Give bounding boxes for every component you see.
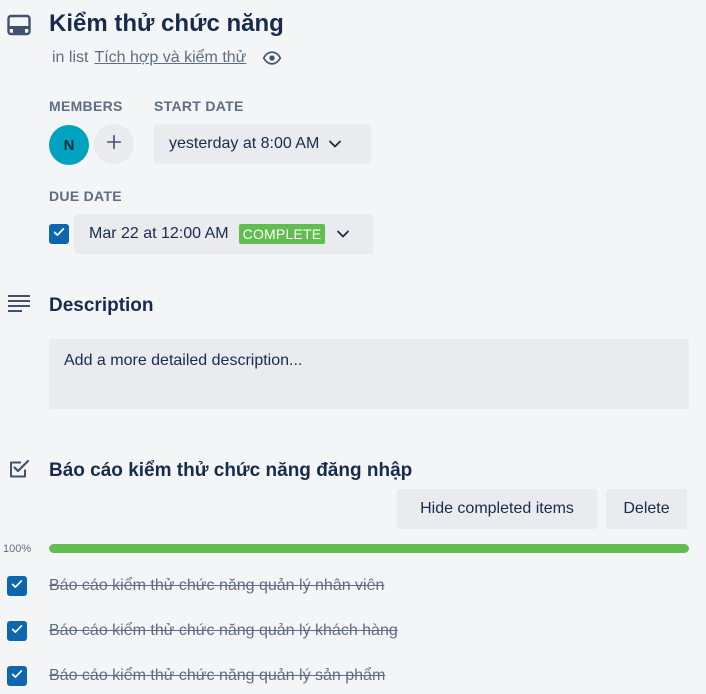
in-list-prefix: in list	[52, 49, 89, 66]
chevron-down-icon	[335, 226, 351, 242]
item-text[interactable]: Báo cáo kiểm thử chức năng quản lý sản p…	[49, 667, 385, 685]
due-date-complete-checkbox[interactable]	[49, 224, 69, 244]
progress-bar	[49, 544, 689, 553]
list-breadcrumb: in list Tích hợp và kiểm thử	[52, 47, 282, 69]
add-member-button[interactable]	[94, 124, 134, 164]
checklist-item[interactable]: Báo cáo kiểm thử chức năng quản lý nhân …	[7, 571, 687, 601]
card-title[interactable]: Kiểm thử chức năng	[49, 8, 284, 40]
delete-checklist-button[interactable]: Delete	[606, 489, 687, 529]
start-date-button[interactable]: yesterday at 8:00 AM	[154, 124, 371, 164]
checklist-item[interactable]: Báo cáo kiểm thử chức năng quản lý sản p…	[7, 661, 687, 691]
avatar[interactable]: N	[49, 125, 89, 165]
checklist-item[interactable]: Báo cáo kiểm thử chức năng quản lý khách…	[7, 616, 687, 646]
progress-percentage: 100%	[3, 543, 32, 555]
status-badge: COMPLETE	[238, 224, 326, 244]
item-text[interactable]: Báo cáo kiểm thử chức năng quản lý nhân …	[49, 577, 384, 595]
due-date-label: DUE DATE	[49, 188, 122, 204]
due-date-value: Mar 22 at 12:00 AM	[89, 225, 229, 242]
due-date-button[interactable]: Mar 22 at 12:00 AM COMPLETE	[74, 214, 373, 254]
card-detail: Kiểm thử chức năng in list Tích hợp và k…	[0, 0, 706, 694]
card-icon	[7, 13, 31, 37]
item-checkbox[interactable]	[7, 621, 27, 641]
checklist-title[interactable]: Báo cáo kiểm thử chức năng đăng nhập	[49, 459, 412, 483]
plus-icon	[105, 133, 123, 156]
checkmark-icon	[10, 622, 24, 641]
description-icon	[7, 292, 31, 316]
start-date-value: yesterday at 8:00 AM	[169, 135, 320, 152]
checklist-icon	[7, 457, 31, 481]
description-input[interactable]: Add a more detailed description...	[49, 339, 689, 409]
list-link[interactable]: Tích hợp và kiểm thử	[94, 47, 246, 69]
item-checkbox[interactable]	[7, 576, 27, 596]
hide-completed-button[interactable]: Hide completed items	[397, 489, 597, 529]
description-title: Description	[49, 295, 154, 316]
checkmark-icon	[10, 577, 24, 596]
eye-icon[interactable]	[262, 48, 282, 68]
progress-fill	[49, 544, 689, 553]
item-checkbox[interactable]	[7, 666, 27, 686]
start-date-label: START DATE	[154, 98, 244, 114]
members-label: MEMBERS	[49, 98, 123, 114]
chevron-down-icon	[327, 136, 343, 152]
checkmark-icon	[52, 225, 66, 244]
checkmark-icon	[10, 667, 24, 686]
item-text[interactable]: Báo cáo kiểm thử chức năng quản lý khách…	[49, 622, 398, 640]
